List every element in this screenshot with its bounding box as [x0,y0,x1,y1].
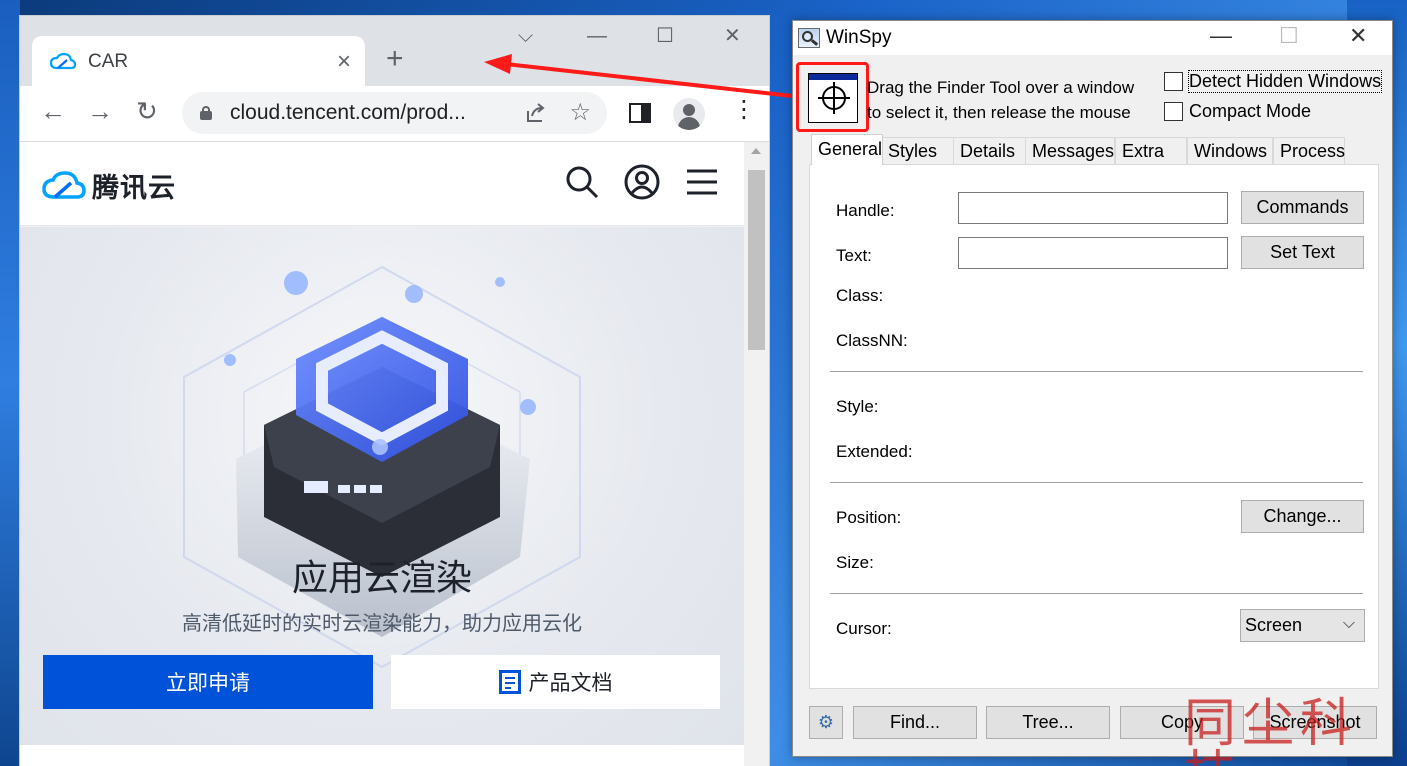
browser-tab[interactable]: CAR × [32,36,365,88]
close-window-icon[interactable]: ✕ [724,26,741,46]
text-field[interactable] [958,237,1228,269]
separator-1 [830,371,1363,372]
detect-hidden-checkbox[interactable]: Detect Hidden Windows [1164,70,1383,93]
browser-titlebar: CAR × + ⌵ — ☐ ✕ [20,16,769,88]
tab-title: CAR [88,51,129,72]
cursor-select[interactable]: Screen ⌵ [1240,609,1365,642]
sidepanel-icon[interactable] [629,103,651,123]
commands-button[interactable]: Commands [1241,191,1364,224]
tab-close-icon[interactable]: × [337,50,351,74]
url-text[interactable]: cloud.tencent.com/prod... [230,101,525,125]
tab-extra[interactable]: Extra [1115,137,1187,164]
settings-gear-button[interactable]: ⚙ [809,706,843,739]
brand-name: 腾讯云 [92,173,176,203]
lock-icon[interactable] [200,106,212,120]
next-section-edge [20,745,744,766]
tab-process[interactable]: Process [1273,137,1345,164]
winspy-window: WinSpy — ☐ ✕ Drag the Finder Tool over a… [792,20,1393,757]
detect-hidden-label[interactable]: Detect Hidden Windows [1187,70,1383,93]
hero-title: 应用云渲染 [291,557,472,598]
winspy-app-icon [798,28,820,48]
address-bar[interactable]: cloud.tencent.com/prod... ☆ [182,92,607,134]
chevron-down-icon: ⌵ [1342,615,1355,632]
web-page: 腾讯云 应用云渲染 高清低延时的实时云渲染能力，助力应用云化 立即申请 产品文档 [20,142,769,766]
scrollbar-thumb[interactable] [748,170,765,350]
tencent-cloud-logo-icon [42,170,86,199]
winspy-title: WinSpy [826,27,892,48]
browser-window: CAR × + ⌵ — ☐ ✕ ← → ↻ cloud.tencent.com/… [20,16,769,766]
menu-icon[interactable]: ⋮ [732,98,756,122]
position-label: Position: [836,508,902,527]
winspy-minimize-icon[interactable]: — [1210,25,1232,47]
separator-2 [830,482,1363,483]
winspy-titlebar: WinSpy — ☐ ✕ [793,21,1392,55]
apply-now-button[interactable]: 立即申请 [43,655,373,709]
new-tab-button[interactable]: + [386,44,404,74]
product-docs-button[interactable]: 产品文档 [391,655,720,709]
tab-details[interactable]: Details [953,137,1026,164]
apply-now-label: 立即申请 [166,672,250,695]
winspy-close-icon[interactable]: ✕ [1349,25,1367,47]
compact-mode-checkbox[interactable]: Compact Mode [1164,101,1311,122]
tab-search-icon[interactable]: ⌵ [518,26,533,46]
document-icon [498,670,521,694]
find-button[interactable]: Find... [853,706,977,739]
tree-button[interactable]: Tree... [986,706,1110,739]
cursor-select-value: Screen [1245,615,1303,635]
hamburger-menu-icon[interactable] [684,164,720,200]
size-label: Size: [836,553,874,572]
desktop-background-left [0,0,20,766]
product-docs-label: 产品文档 [528,672,613,695]
forward-icon[interactable]: → [87,98,113,124]
back-icon[interactable]: ← [40,98,66,124]
extended-label: Extended: [836,442,913,461]
separator-3 [830,593,1363,594]
hero-subtitle: 高清低延时的实时云渲染能力，助力应用云化 [182,613,582,635]
gear-icon: ⚙ [817,712,835,732]
style-label: Style: [836,397,879,416]
compact-mode-label[interactable]: Compact Mode [1189,101,1311,122]
tab-windows[interactable]: Windows [1187,137,1273,164]
winspy-maximize-icon[interactable]: ☐ [1279,25,1299,47]
share-icon[interactable] [525,102,547,124]
hero-banner: 应用云渲染 高清低延时的实时云渲染能力，助力应用云化 立即申请 产品文档 [20,227,744,766]
site-header: 腾讯云 [20,142,744,226]
cursor-label: Cursor: [836,619,892,638]
text-label: Text: [836,246,872,265]
search-icon[interactable] [564,164,600,200]
tab-styles[interactable]: Styles [881,137,954,164]
class-label: Class: [836,286,884,305]
tab-general[interactable]: General [811,134,883,165]
minimize-icon[interactable]: — [587,26,607,46]
maximize-icon[interactable]: ☐ [656,26,674,46]
set-text-button[interactable]: Set Text [1241,236,1364,269]
scroll-up-arrow-icon[interactable] [751,148,761,154]
star-icon[interactable]: ☆ [569,101,591,125]
finder-tool-icon[interactable] [808,73,858,123]
watermark-text: 同尘科技 [1184,694,1359,766]
profile-icon[interactable] [673,98,705,130]
finder-instructions-line2: to select it, then release the mouse [867,103,1131,122]
browser-toolbar: ← → ↻ cloud.tencent.com/prod... ☆ ⋮ [20,86,769,142]
compact-mode-box[interactable] [1164,102,1183,121]
handle-label: Handle: [836,201,895,220]
handle-field[interactable] [958,192,1228,224]
detect-hidden-box[interactable] [1164,72,1183,91]
user-account-icon[interactable] [624,164,660,200]
tree-button-label: Tree... [1022,712,1074,732]
change-button[interactable]: Change... [1241,500,1364,533]
reload-icon[interactable]: ↻ [136,98,158,124]
tab-messages[interactable]: Messages [1025,137,1115,164]
find-button-label: Find... [889,712,941,732]
tencent-cloud-favicon-icon [50,53,76,70]
classnn-label: ClassNN: [836,331,908,350]
finder-instructions: Drag the Finder Tool over a window to se… [867,75,1157,125]
finder-instructions-line1: Drag the Finder Tool over a window [867,78,1135,97]
site-logo[interactable]: 腾讯云 [42,166,176,205]
